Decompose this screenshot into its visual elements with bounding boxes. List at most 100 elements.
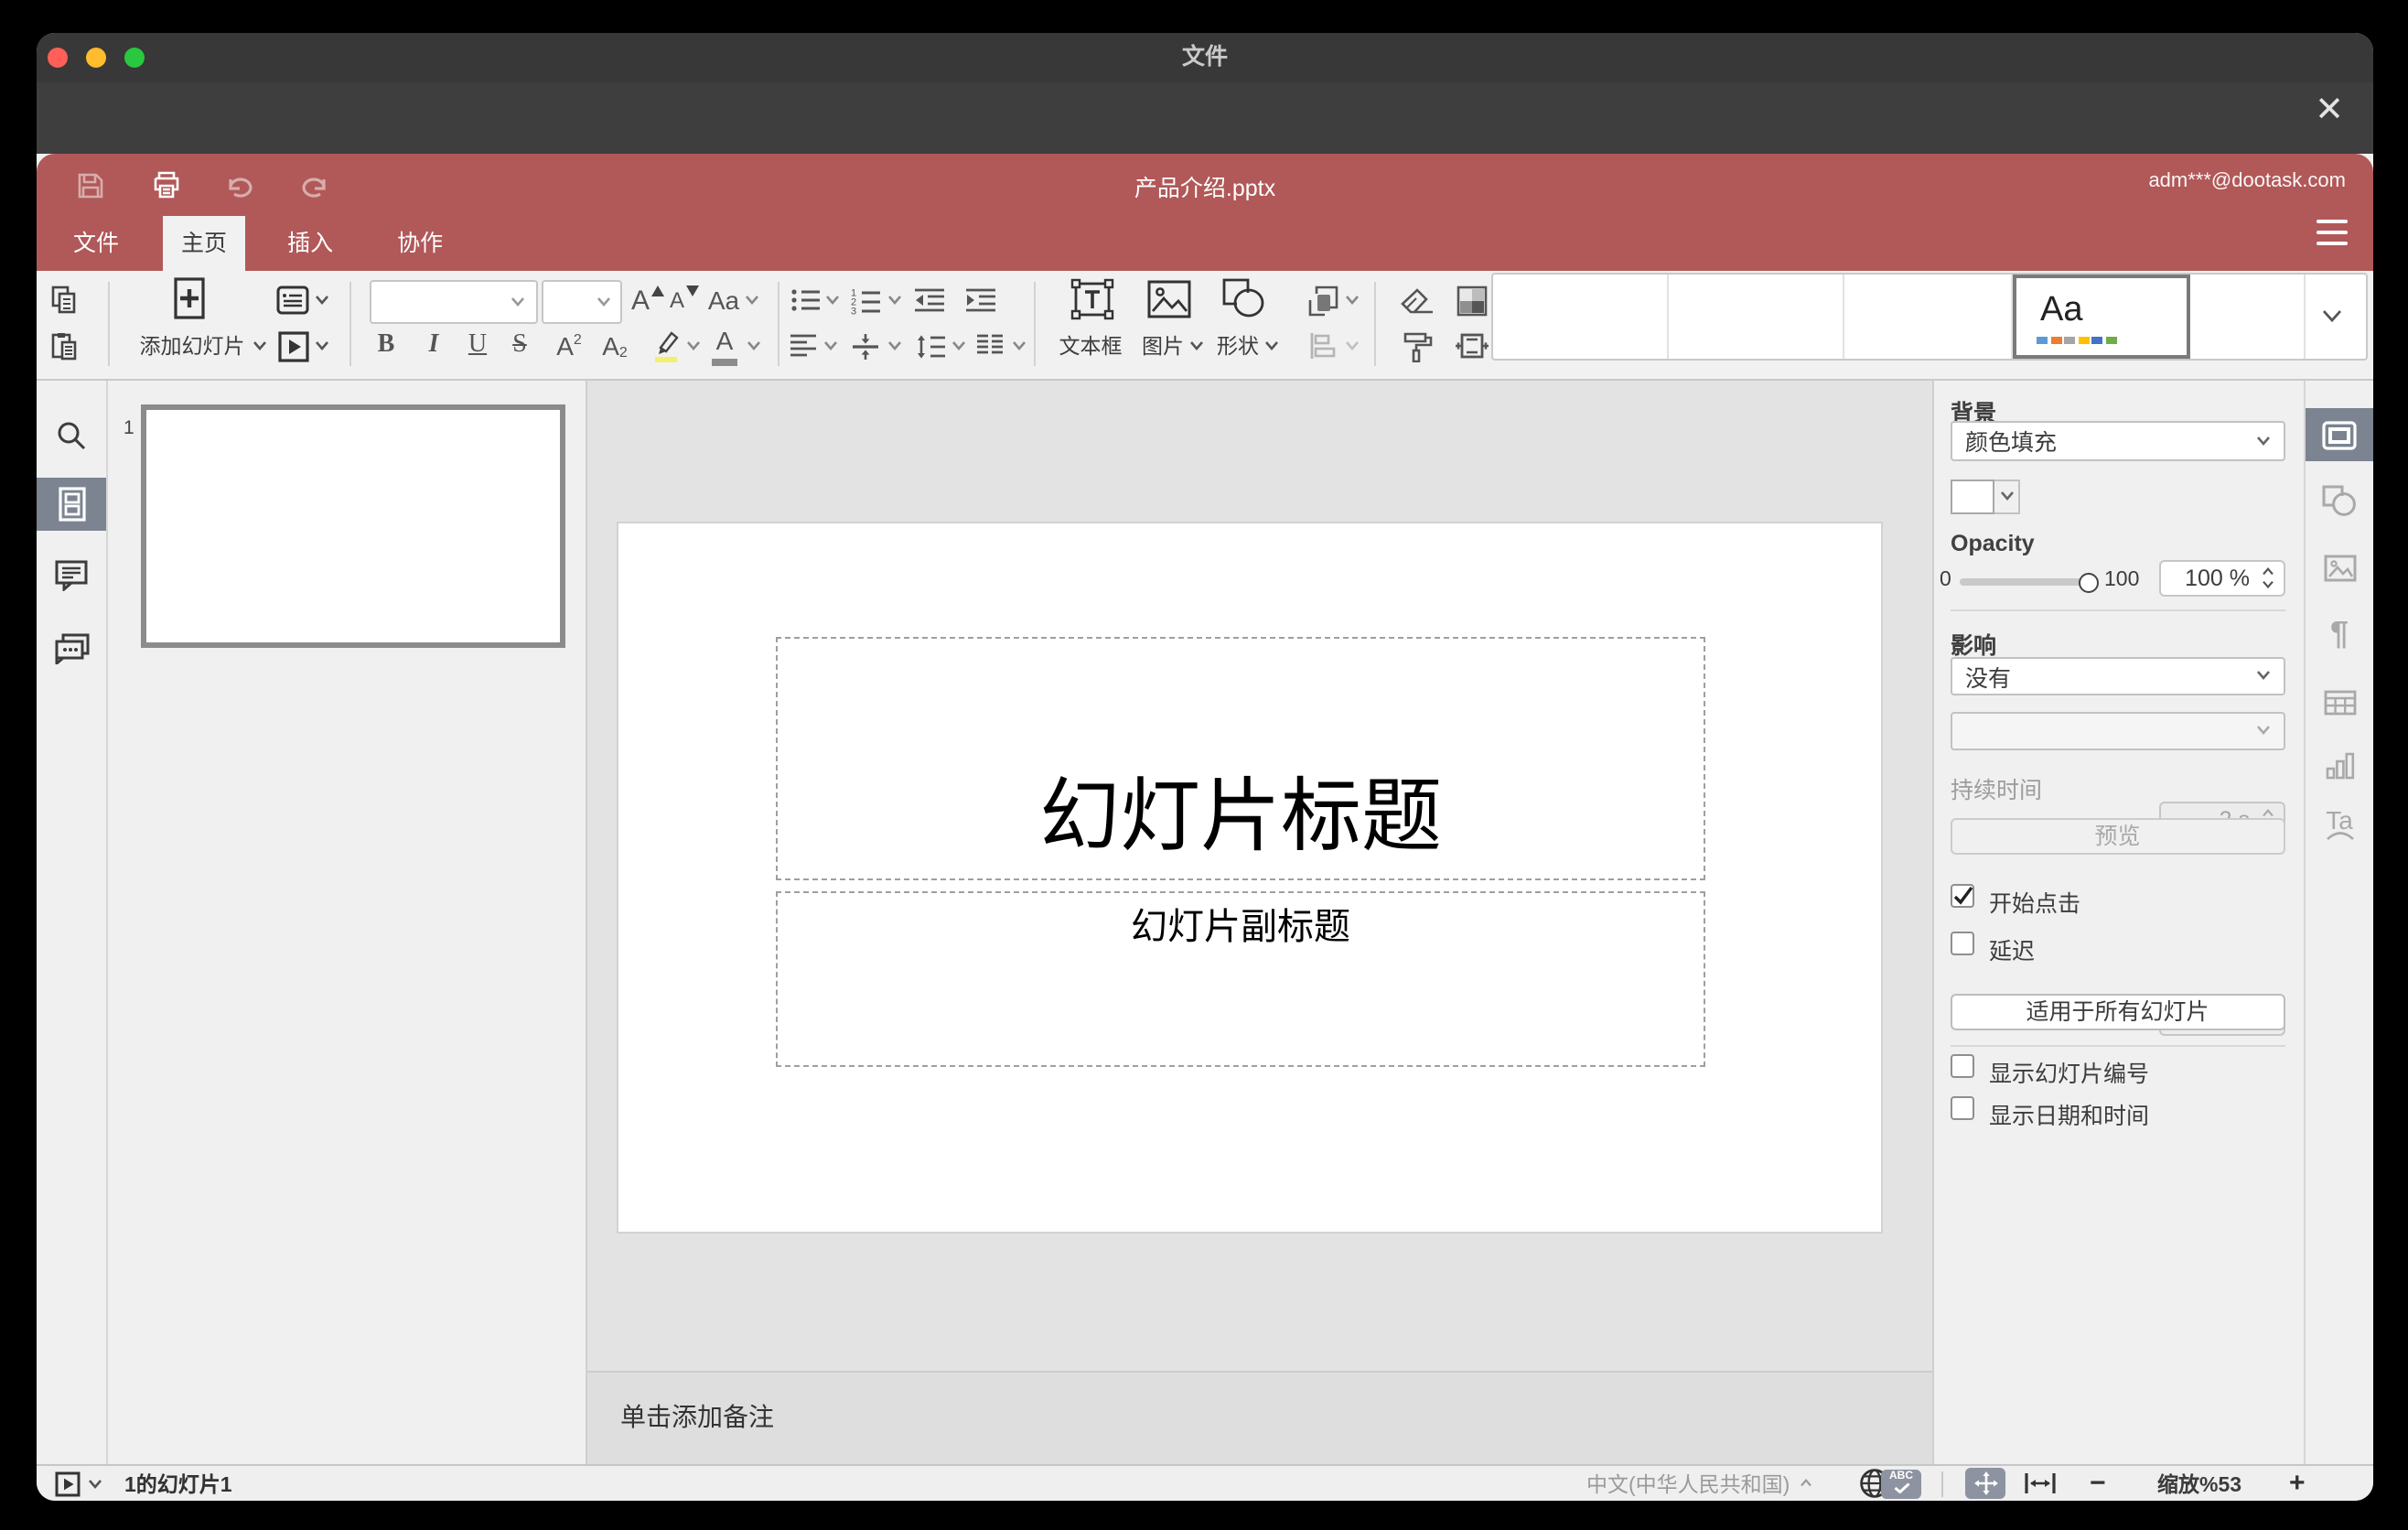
highlight-chevron[interactable]	[683, 326, 703, 366]
align-chevron[interactable]	[820, 326, 840, 366]
spinner-up-icon[interactable]	[2261, 566, 2274, 576]
slide-thumbnail[interactable]	[141, 404, 565, 648]
align-objects-button[interactable]	[1303, 326, 1343, 366]
insert-picture-label[interactable]: 图片	[1138, 326, 1208, 366]
slides-panel-button[interactable]	[37, 478, 106, 531]
slide-settings-tab[interactable]	[2305, 408, 2373, 461]
theme-cell-blank[interactable]	[1844, 275, 2013, 359]
slide-editor[interactable]: 幻灯片标题 幻灯片副标题	[618, 523, 1880, 1232]
columns-chevron[interactable]	[1008, 326, 1028, 366]
slide-layout-button[interactable]	[271, 280, 315, 320]
decrease-indent-button[interactable]	[909, 280, 950, 320]
line-spacing-button[interactable]	[911, 326, 948, 366]
table-settings-tab[interactable]	[2305, 675, 2373, 728]
effect-select[interactable]: 没有	[1951, 656, 2284, 695]
chat-button[interactable]	[37, 622, 106, 675]
preview-button[interactable]: 预览	[1951, 817, 2284, 854]
theme-cell-blank[interactable]	[1669, 275, 1844, 359]
vertical-align-button[interactable]	[847, 326, 884, 366]
add-slide-label[interactable]: 添加幻灯片	[124, 326, 282, 366]
zoom-in-button[interactable]: +	[2289, 1465, 2306, 1501]
subscript-button[interactable]: A2	[595, 326, 635, 366]
arrange-button[interactable]	[1303, 280, 1343, 320]
clear-style-button[interactable]	[1394, 280, 1438, 320]
show-slide-number-checkbox[interactable]	[1951, 1054, 1974, 1078]
insert-shape-button[interactable]	[1219, 276, 1270, 320]
tab-insert[interactable]: 插入	[269, 216, 351, 271]
opacity-input[interactable]: 100 %	[2158, 559, 2284, 596]
paste-button[interactable]	[46, 326, 82, 366]
show-date-checkbox[interactable]	[1951, 1096, 1974, 1120]
numbering-chevron[interactable]	[884, 280, 904, 320]
strikethrough-button[interactable]: S	[503, 326, 536, 366]
increase-indent-button[interactable]	[961, 280, 1001, 320]
fill-type-select[interactable]: 颜色填充	[1951, 421, 2284, 460]
opacity-slider-track[interactable]	[1960, 578, 2088, 586]
font-name-select[interactable]	[370, 280, 538, 324]
fit-slide-button[interactable]	[1965, 1465, 2005, 1501]
hamburger-menu-icon[interactable]	[2317, 220, 2348, 245]
slide-size-button[interactable]	[1449, 326, 1493, 366]
close-icon[interactable]: ✕	[2306, 88, 2353, 135]
opacity-slider-thumb[interactable]	[2079, 572, 2099, 592]
bullets-button[interactable]	[787, 280, 823, 320]
spellcheck-toggle[interactable]: ABC	[1881, 1465, 1921, 1501]
language-select[interactable]: 中文(中华人民共和国)	[1586, 1465, 1813, 1501]
title-placeholder[interactable]: 幻灯片标题	[776, 637, 1705, 879]
spinner-up-icon[interactable]	[2261, 808, 2274, 817]
align-objects-chevron[interactable]	[1341, 326, 1361, 366]
insert-picture-button[interactable]	[1144, 276, 1195, 320]
fit-width-button[interactable]	[2024, 1465, 2057, 1501]
search-button[interactable]	[37, 408, 106, 461]
italic-button[interactable]: I	[417, 326, 450, 366]
theme-cell-blank[interactable]	[2190, 275, 2306, 359]
superscript-button[interactable]: A2	[549, 326, 589, 366]
numbering-button[interactable]: 123	[847, 280, 884, 320]
insert-textbox-button[interactable]	[1065, 276, 1120, 320]
slide-layout-chevron[interactable]	[311, 280, 333, 320]
apply-all-button[interactable]: 适用于所有幻灯片	[1951, 993, 2284, 1029]
image-settings-tab[interactable]	[2305, 542, 2373, 595]
color-scheme-button[interactable]	[1449, 280, 1493, 320]
font-size-select[interactable]	[542, 280, 622, 324]
textart-settings-tab[interactable]: Ta	[2305, 798, 2373, 851]
font-color-chevron[interactable]	[743, 326, 763, 366]
chevron-down-icon[interactable]	[88, 1478, 102, 1489]
underline-button[interactable]: U	[461, 326, 494, 366]
tab-home[interactable]: 主页	[163, 216, 246, 271]
bold-button[interactable]: B	[370, 326, 403, 366]
highlight-button[interactable]	[646, 326, 686, 366]
tab-collaboration[interactable]: 协作	[379, 216, 461, 271]
decrease-font-button[interactable]: A	[666, 280, 703, 320]
copy-button[interactable]	[46, 280, 82, 320]
effect-type-select[interactable]	[1951, 711, 2284, 750]
shape-settings-tab[interactable]	[2305, 474, 2373, 527]
delay-checkbox[interactable]	[1951, 932, 1974, 955]
bullets-chevron[interactable]	[822, 280, 842, 320]
tab-file[interactable]: 文件	[55, 216, 137, 271]
theme-cell-blank[interactable]	[1493, 275, 1669, 359]
horizontal-align-button[interactable]	[785, 326, 822, 366]
line-spacing-chevron[interactable]	[948, 326, 968, 366]
theme-gallery-expand[interactable]	[2306, 275, 2359, 359]
paragraph-settings-tab[interactable]: ¶	[2305, 608, 2373, 661]
start-slideshow-button[interactable]	[271, 326, 315, 366]
theme-cell-selected[interactable]: Aa	[2013, 275, 2190, 359]
spinner-down-icon[interactable]	[2261, 579, 2274, 588]
notes-area[interactable]: 单击添加备注	[587, 1371, 1932, 1463]
copy-style-button[interactable]	[1394, 326, 1438, 366]
change-case-button[interactable]: Aa	[706, 280, 761, 320]
insert-shape-label[interactable]: 形状	[1213, 326, 1283, 366]
subtitle-placeholder[interactable]: 幻灯片副标题	[776, 890, 1705, 1067]
fill-color-picker[interactable]	[1951, 479, 2020, 513]
start-click-checkbox[interactable]	[1951, 883, 1974, 907]
increase-font-button[interactable]: A	[629, 280, 666, 320]
arrange-chevron[interactable]	[1341, 280, 1361, 320]
start-slideshow-button[interactable]	[55, 1471, 81, 1496]
comments-button[interactable]	[37, 549, 106, 602]
font-color-button[interactable]: A	[706, 326, 743, 366]
vertical-align-chevron[interactable]	[884, 326, 904, 366]
zoom-out-button[interactable]: −	[2090, 1465, 2106, 1501]
chart-settings-tab[interactable]	[2305, 739, 2373, 792]
insert-textbox-label[interactable]: 文本框	[1054, 326, 1127, 366]
